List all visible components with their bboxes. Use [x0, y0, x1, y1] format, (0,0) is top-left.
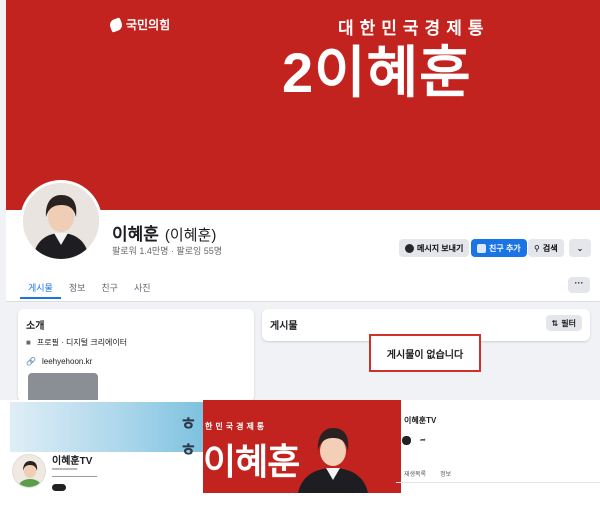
- message-button[interactable]: 메시지 보내기: [399, 239, 470, 257]
- search-button-label: 검색: [542, 243, 558, 253]
- youtube-avatar[interactable]: [12, 454, 46, 488]
- link-icon: 🔗: [26, 357, 36, 366]
- tab-posts[interactable]: 게시물: [20, 281, 61, 299]
- search-button[interactable]: ⚲ 검색: [528, 239, 564, 257]
- youtube-subscribe-button[interactable]: [52, 484, 66, 491]
- search-icon: ⚲: [534, 243, 540, 253]
- intro-title: 소개: [26, 321, 45, 332]
- cover-photo: 국민의힘 대한민국경제통 2이혜훈: [6, 0, 600, 210]
- intro-photo-thumbnail[interactable]: [28, 373, 98, 402]
- dropdown-button[interactable]: ⌄: [569, 239, 591, 257]
- candidate-portrait-icon: [298, 428, 368, 493]
- chevron-down-icon: ⌄: [576, 243, 584, 253]
- cover-headline: 2이혜훈: [282, 41, 472, 104]
- messenger-icon: [405, 243, 414, 253]
- party-mark-icon: [108, 16, 124, 33]
- add-friend-button[interactable]: 친구 추가: [471, 239, 527, 257]
- profile-follow-stats[interactable]: 팔로워 1.4만명 · 팔로잉 55명: [112, 244, 222, 257]
- no-posts-message: 게시물이 없습니다: [369, 334, 481, 372]
- red-campaign-panel: 한민국경제통 이혜훈: [203, 400, 401, 493]
- avatar-portrait-icon: [23, 183, 99, 259]
- profile-name-text: 이혜훈: [112, 225, 159, 244]
- youtube-tab-playlists[interactable]: 재생목록: [404, 469, 426, 478]
- add-friend-icon: [477, 243, 486, 253]
- posts-title: 게시물: [270, 321, 298, 332]
- youtube-channel-handle: ━━━━━━━: [52, 467, 78, 473]
- tab-about[interactable]: 정보: [61, 281, 94, 299]
- intro-category-row: ■ 프로필 · 디지털 크리에이터: [26, 337, 127, 348]
- facebook-profile-page: 국민의힘 대한민국경제통 2이혜훈 이혜훈 (이혜훈) 팔로워 1.4만명 · 팔…: [0, 0, 600, 402]
- briefcase-icon: ■: [26, 338, 31, 347]
- youtube-channel-name: 이혜훈TV: [52, 456, 93, 467]
- cover-slogan: 대한민국경제통: [338, 19, 490, 38]
- intro-website[interactable]: leehyehoon.kr: [42, 357, 92, 366]
- youtube-right-button[interactable]: [402, 436, 411, 445]
- profile-name: 이혜훈 (이혜훈): [112, 220, 216, 245]
- youtube-tabs: 재생목록 정보: [404, 469, 451, 478]
- intro-website-row[interactable]: 🔗 leehyehoon.kr: [26, 357, 92, 366]
- more-options-button[interactable]: ···: [568, 277, 590, 293]
- filter-icon: ⇅: [551, 318, 559, 328]
- party-logo: 국민의힘: [108, 16, 171, 33]
- filter-button-label: 필터: [561, 318, 576, 328]
- party-name: 국민의힘: [126, 18, 171, 32]
- profile-tabs: 게시물 정보 친구 사진: [20, 281, 159, 299]
- youtube-tab-divider: [396, 482, 600, 483]
- share-icon[interactable]: ➦: [420, 436, 426, 444]
- filter-button[interactable]: ⇅ 필터: [545, 315, 582, 331]
- intro-category: 프로필 · 디지털 크리에이터: [36, 338, 128, 347]
- youtube-right-title: 이혜훈TV: [404, 416, 437, 425]
- youtube-tab-about[interactable]: 정보: [440, 469, 451, 478]
- tab-friends[interactable]: 친구: [93, 281, 126, 299]
- youtube-banner: ㅎㅎ: [10, 402, 206, 460]
- add-friend-label: 친구 추가: [489, 243, 521, 253]
- tab-photos[interactable]: 사진: [126, 281, 159, 299]
- youtube-avatar-portrait-icon: [13, 455, 45, 487]
- red-panel-name: 이혜훈: [203, 441, 300, 482]
- intro-card: 소개 ■ 프로필 · 디지털 크리에이터 🔗 leehyehoon.kr: [18, 309, 254, 402]
- message-button-label: 메시지 보내기: [417, 243, 464, 253]
- red-panel-slogan: 한민국경제통: [205, 422, 268, 431]
- profile-alt-name: (이혜훈): [164, 227, 217, 244]
- youtube-channel-description: ━━━━━━━━━━━━━━━: [52, 474, 98, 480]
- profile-avatar[interactable]: [20, 180, 102, 262]
- youtube-channel-collage: ㅎㅎ 이혜훈TV ━━━━━━━ ━━━━━━━━━━━━━━━ 한민국경제통 …: [0, 400, 600, 514]
